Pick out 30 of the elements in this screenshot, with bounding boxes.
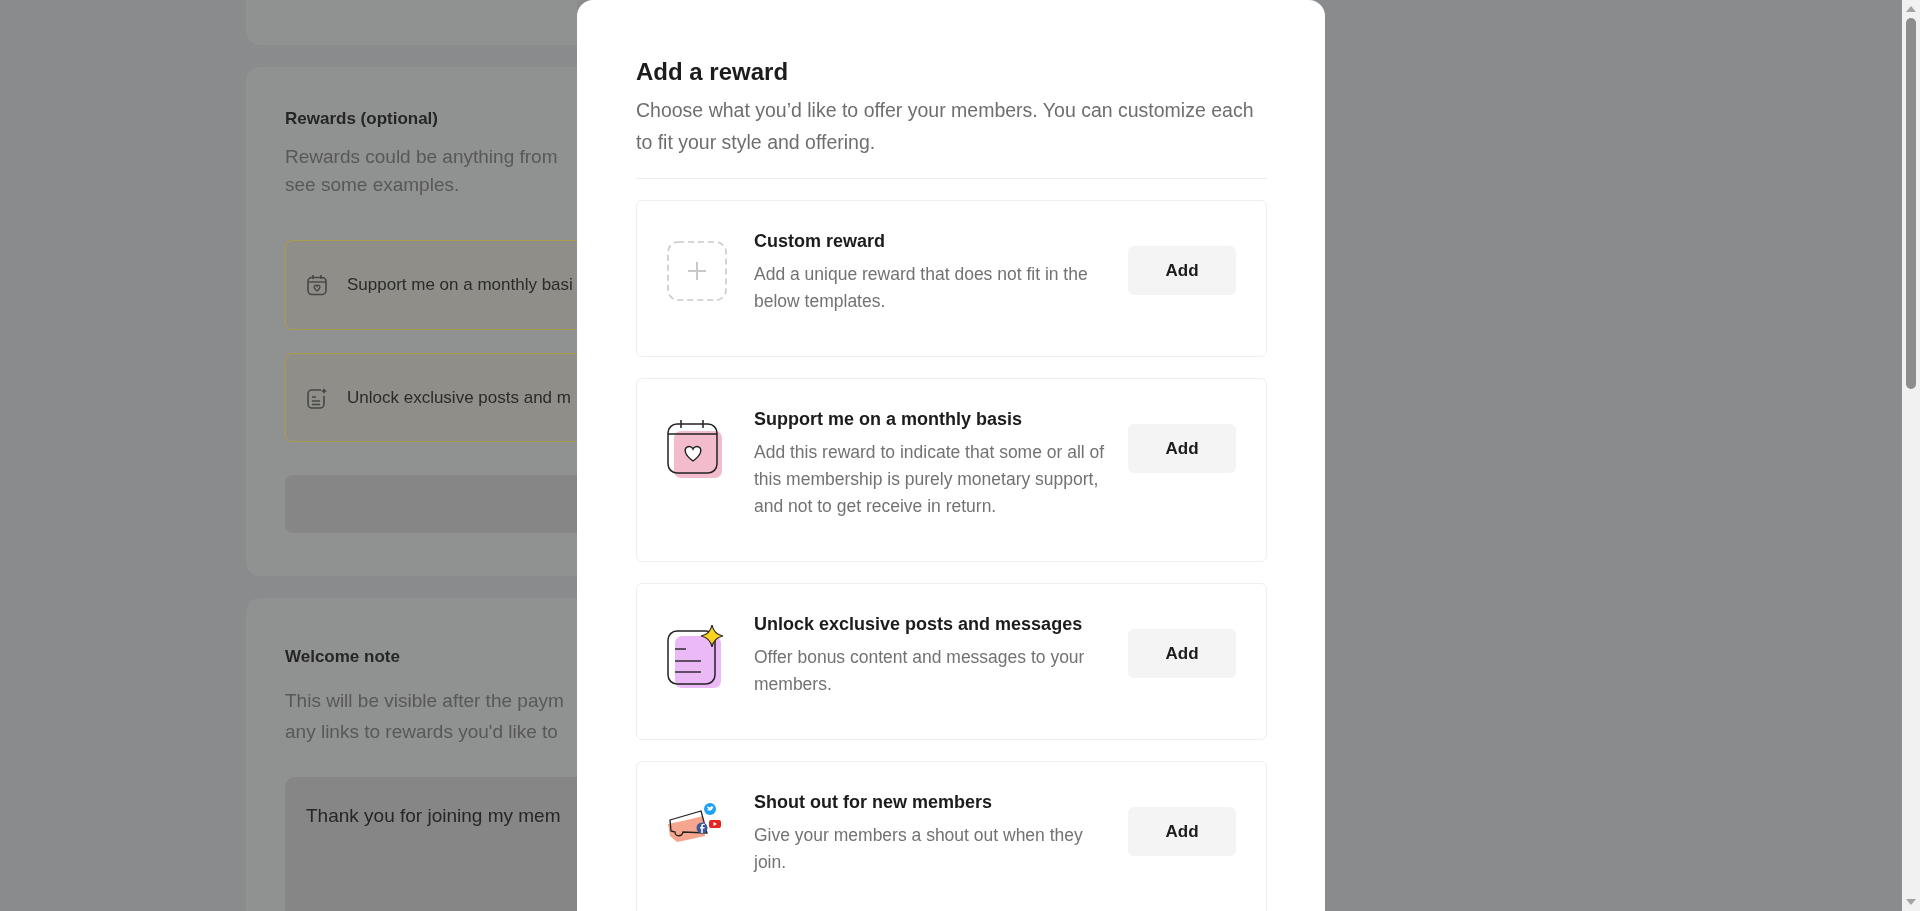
scroll-down-icon[interactable] (1906, 899, 1916, 905)
calendar-heart-icon (667, 419, 723, 479)
section-heading: Welcome note (285, 646, 401, 668)
document-sparkle-icon (306, 386, 328, 409)
section-description: This will be visible after the paym any links to rewards you'd like to (285, 689, 565, 744)
reward-row[interactable]: Support me on a monthly basi (285, 240, 577, 330)
reward-row[interactable]: Unlock exclusive posts and m (285, 353, 577, 442)
reward-description: Add this reward to indicate that some or all of this membership is purely monetary support, and not to get receive in return. (754, 441, 1106, 518)
reward-label: Unlock exclusive posts and m (347, 387, 571, 408)
reward-label: Support me on a monthly basi (347, 275, 573, 295)
reward-description: Offer bonus content and messages to your members. (754, 646, 1086, 696)
reward-title: Shout out for new members (754, 791, 994, 814)
message-field[interactable]: Thank you for joining my mem (285, 777, 577, 911)
reward-description: Add a unique reward that does not fit in the below templates. (754, 263, 1089, 313)
reward-title: Support me on a monthly basis (754, 408, 1024, 431)
section-heading: Rewards (optional) (285, 108, 439, 130)
section-description: Rewards could be anything from see some examples. (285, 145, 559, 197)
dialog-title: Add a reward (636, 57, 790, 87)
reward-title: Custom reward (754, 230, 887, 253)
dialog-description: Choose what you’d like to offer your members. You can customize each to fit your style and offering. (636, 98, 1255, 155)
document-sparkle-icon (667, 624, 725, 688)
reward-title: Unlock exclusive posts and messages (754, 613, 1084, 636)
add-button[interactable]: Add (1128, 807, 1236, 856)
add-button[interactable]: Add (1128, 629, 1236, 678)
scrollbar-thumb[interactable] (1906, 18, 1916, 389)
add-button[interactable]: Add (1128, 246, 1236, 295)
add-button[interactable]: Add (1128, 424, 1236, 473)
reward-description: Give your members a shout out when they join. (754, 824, 1084, 874)
dashed-plus-icon (667, 241, 727, 301)
scroll-up-icon[interactable] (1906, 6, 1916, 12)
